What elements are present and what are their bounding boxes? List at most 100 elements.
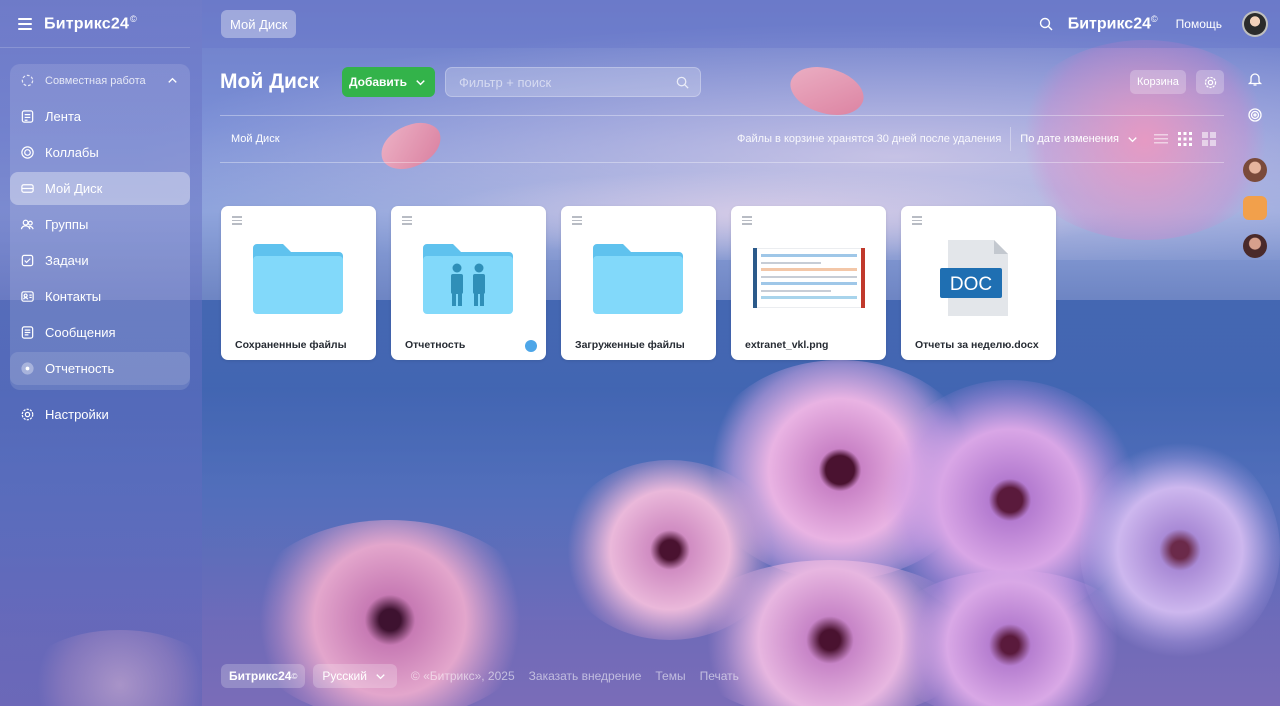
file-grid: Сохраненные файлы Отчетность Загруженные… xyxy=(221,206,1056,360)
nav-group-collaboration: Совместная работа Лента Коллабы Мой Диск xyxy=(10,64,190,390)
doc-file-icon: DOC xyxy=(931,238,1025,318)
file-card[interactable]: Загруженные файлы xyxy=(561,206,716,360)
sidebar-item-messages[interactable]: Сообщения xyxy=(10,316,190,349)
search-input[interactable] xyxy=(459,74,659,90)
breadcrumb[interactable]: Мой Диск xyxy=(231,133,280,145)
contacts-icon xyxy=(20,289,35,304)
copyright: © «Битрикс», 2025 xyxy=(410,669,515,683)
image-thumbnail xyxy=(753,238,865,318)
sidebar-item-label: Сообщения xyxy=(45,325,116,340)
page-title: Мой Диск xyxy=(220,70,320,93)
disk-icon xyxy=(20,181,35,196)
add-button-label: Добавить xyxy=(348,75,408,89)
footer-brand[interactable]: Битрикс24 © xyxy=(221,664,306,688)
file-name: Отчеты за неделю.docx xyxy=(915,339,1039,351)
sidebar-header: Битрикс24© xyxy=(0,0,190,48)
language-label: Русский xyxy=(322,669,367,683)
sidebar-item-tasks[interactable]: Задачи xyxy=(10,244,190,277)
sort-dropdown[interactable]: По дате изменения xyxy=(1010,127,1140,151)
order-implementation-link[interactable]: Заказать внедрение xyxy=(529,669,642,683)
sidebar-item-label: Отчетность xyxy=(45,361,115,376)
card-menu-icon[interactable] xyxy=(912,216,922,225)
toolbar-row: Мой Диск Файлы в корзине хранятся 30 дне… xyxy=(220,115,1224,163)
grid-small-view-icon[interactable] xyxy=(1178,132,1192,146)
nav-group-label: Совместная работа xyxy=(45,74,146,87)
menu-icon[interactable] xyxy=(18,17,32,30)
collab-icon xyxy=(20,145,35,160)
themes-link[interactable]: Темы xyxy=(655,669,685,683)
folder-icon xyxy=(591,238,685,318)
settings-row[interactable]: Настройки xyxy=(10,398,190,431)
settings-button[interactable] xyxy=(1196,70,1224,94)
language-select[interactable]: Русский xyxy=(313,664,397,688)
sidebar-item-label: Задачи xyxy=(45,253,89,268)
avatar[interactable] xyxy=(1242,11,1268,37)
sidebar-item-settings[interactable]: Настройки xyxy=(10,398,190,434)
file-card[interactable]: extranet_vkl.png xyxy=(731,206,886,360)
card-menu-icon[interactable] xyxy=(742,216,752,225)
copilot-icon[interactable] xyxy=(1244,104,1266,126)
nav-group-box: Совместная работа Лента Коллабы Мой Диск xyxy=(10,64,190,390)
gear-icon xyxy=(1203,75,1218,90)
file-name: extranet_vkl.png xyxy=(745,339,829,351)
card-menu-icon[interactable] xyxy=(402,216,412,225)
grid-large-view-icon[interactable] xyxy=(1202,132,1216,146)
right-rail xyxy=(1240,68,1270,272)
chat-avatar[interactable] xyxy=(1243,234,1267,258)
messages-icon xyxy=(20,325,35,340)
groups-icon xyxy=(20,217,35,232)
chat-avatar[interactable] xyxy=(1243,158,1267,182)
file-card[interactable]: Сохраненные файлы xyxy=(221,206,376,360)
sidebar-item-label: Контакты xyxy=(45,289,102,304)
sidebar-item-contacts[interactable]: Контакты xyxy=(10,280,190,313)
file-name: Загруженные файлы xyxy=(575,339,685,351)
file-name: Сохраненные файлы xyxy=(235,339,347,351)
top-bar-right: Битрикс24© Помощь xyxy=(1038,0,1268,48)
search-icon[interactable] xyxy=(1038,16,1054,32)
shared-badge-icon xyxy=(525,340,537,352)
settings-label: Настройки xyxy=(45,407,109,422)
footer: Битрикс24 © Русский © «Битрикс», 2025 Зак… xyxy=(221,664,753,688)
sidebar: Битрикс24© Совместная работа Лента Колла… xyxy=(0,0,202,706)
sidebar-item-groups[interactable]: Группы xyxy=(10,208,190,241)
add-button[interactable]: Добавить xyxy=(342,67,435,97)
print-link[interactable]: Печать xyxy=(700,669,739,683)
sidebar-brand[interactable]: Битрикс24© xyxy=(44,14,137,33)
search-icon[interactable] xyxy=(675,75,690,90)
feed-icon xyxy=(20,109,35,124)
sidebar-item-collabs[interactable]: Коллабы xyxy=(10,136,190,169)
collaboration-icon xyxy=(20,73,35,88)
page-chip[interactable]: Мой Диск xyxy=(221,10,297,38)
chevron-down-icon xyxy=(1125,132,1140,147)
svg-text:DOC: DOC xyxy=(950,274,992,295)
nav-group-header[interactable]: Совместная работа xyxy=(10,64,190,97)
folder-icon xyxy=(251,238,345,318)
bell-icon[interactable] xyxy=(1244,68,1266,90)
chevron-down-icon xyxy=(373,669,388,684)
group-chat-avatar[interactable] xyxy=(1243,196,1267,220)
card-menu-icon[interactable] xyxy=(232,216,242,225)
list-view-icon[interactable] xyxy=(1154,132,1168,146)
trash-retention-note: Файлы в корзине хранятся 30 дней после у… xyxy=(737,133,1002,145)
file-card[interactable]: DOC Отчеты за неделю.docx xyxy=(901,206,1056,360)
reports-icon xyxy=(20,361,35,376)
help-link[interactable]: Помощь xyxy=(1176,17,1222,31)
sidebar-item-label: Группы xyxy=(45,217,89,232)
card-menu-icon[interactable] xyxy=(572,216,582,225)
gear-icon xyxy=(20,407,35,422)
top-bar: Мой Диск Битрикс24© Помощь xyxy=(202,0,1280,48)
sidebar-item-reports[interactable]: Отчетность xyxy=(10,352,190,385)
sidebar-item-feed[interactable]: Лента xyxy=(10,100,190,133)
trash-button[interactable]: Корзина xyxy=(1130,70,1186,94)
top-brand[interactable]: Битрикс24© xyxy=(1068,14,1158,33)
sidebar-item-my-disk[interactable]: Мой Диск xyxy=(10,172,190,205)
sort-label: По дате изменения xyxy=(1020,133,1119,145)
sidebar-item-label: Лента xyxy=(45,109,81,124)
shared-folder-icon xyxy=(421,238,515,318)
file-card[interactable]: Отчетность xyxy=(391,206,546,360)
filter-search[interactable] xyxy=(445,67,701,97)
sidebar-item-label: Коллабы xyxy=(45,145,99,160)
chevron-up-icon[interactable] xyxy=(165,73,180,88)
file-name: Отчетность xyxy=(405,339,466,351)
view-switcher xyxy=(1154,132,1216,146)
